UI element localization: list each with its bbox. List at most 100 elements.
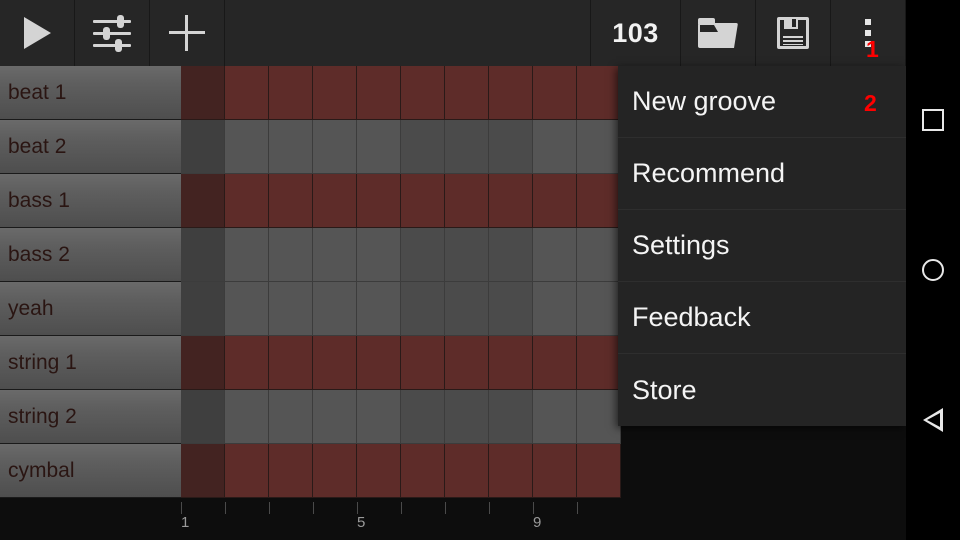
grid-cell[interactable] — [533, 282, 577, 336]
open-button[interactable] — [681, 0, 756, 66]
back-button[interactable] — [906, 393, 960, 447]
grid-cell[interactable] — [313, 120, 357, 174]
grid-cell[interactable] — [269, 390, 313, 444]
grid-cell[interactable] — [401, 120, 445, 174]
grid-cell[interactable] — [269, 228, 313, 282]
grid-cell[interactable] — [577, 444, 621, 498]
grid-cell[interactable] — [181, 282, 225, 336]
grid-cell[interactable] — [181, 444, 225, 498]
grid-cell[interactable] — [181, 336, 225, 390]
mixer-button[interactable] — [75, 0, 150, 66]
grid-cell[interactable] — [533, 228, 577, 282]
grid-cell[interactable] — [225, 120, 269, 174]
track-label[interactable]: cymbal — [0, 444, 181, 498]
recents-button[interactable] — [906, 93, 960, 147]
grid-cell[interactable] — [489, 174, 533, 228]
grid-cell[interactable] — [401, 66, 445, 120]
track-label[interactable]: string 2 — [0, 390, 181, 444]
grid-cell[interactable] — [445, 66, 489, 120]
grid-cell[interactable] — [269, 336, 313, 390]
grid-cell[interactable] — [533, 444, 577, 498]
grid-cell[interactable] — [357, 174, 401, 228]
grid-cell[interactable] — [313, 336, 357, 390]
grid-cell[interactable] — [445, 336, 489, 390]
grid-cell[interactable] — [313, 444, 357, 498]
grid-cell[interactable] — [401, 336, 445, 390]
grid-cell[interactable] — [489, 444, 533, 498]
grid-cell[interactable] — [533, 336, 577, 390]
save-button[interactable] — [756, 0, 831, 66]
grid-cell[interactable] — [313, 66, 357, 120]
grid-cell[interactable] — [577, 390, 621, 444]
grid-cell[interactable] — [269, 444, 313, 498]
grid-cell[interactable] — [533, 390, 577, 444]
menu-item-settings[interactable]: Settings — [618, 210, 906, 282]
grid-cell[interactable] — [313, 390, 357, 444]
grid-cell[interactable] — [445, 444, 489, 498]
grid-cell[interactable] — [269, 282, 313, 336]
play-button[interactable] — [0, 0, 75, 66]
bpm-display[interactable]: 103 — [591, 0, 681, 66]
grid-cell[interactable] — [401, 228, 445, 282]
grid-cell[interactable] — [225, 66, 269, 120]
grid-cell[interactable] — [533, 120, 577, 174]
grid-cell[interactable] — [577, 228, 621, 282]
track-label[interactable]: beat 2 — [0, 120, 181, 174]
grid-cell[interactable] — [489, 282, 533, 336]
grid-cell[interactable] — [401, 174, 445, 228]
grid-cell[interactable] — [357, 282, 401, 336]
grid-cell[interactable] — [401, 390, 445, 444]
grid-cell[interactable] — [225, 444, 269, 498]
grid-cell[interactable] — [533, 174, 577, 228]
grid-cell[interactable] — [269, 66, 313, 120]
grid-cell[interactable] — [577, 336, 621, 390]
grid-cell[interactable] — [489, 390, 533, 444]
grid-cell[interactable] — [577, 66, 621, 120]
grid-cell[interactable] — [181, 66, 225, 120]
menu-item-recommend[interactable]: Recommend — [618, 138, 906, 210]
grid-cell[interactable] — [577, 174, 621, 228]
grid-cell[interactable] — [357, 336, 401, 390]
grid-cell[interactable] — [269, 174, 313, 228]
grid-cell[interactable] — [225, 336, 269, 390]
track-label[interactable]: beat 1 — [0, 66, 181, 120]
grid-cell[interactable] — [445, 120, 489, 174]
track-label[interactable]: string 1 — [0, 336, 181, 390]
grid-cell[interactable] — [225, 228, 269, 282]
grid-cell[interactable] — [225, 390, 269, 444]
grid-cell[interactable] — [445, 282, 489, 336]
grid-cell[interactable] — [401, 444, 445, 498]
grid-cell[interactable] — [225, 174, 269, 228]
grid-cell[interactable] — [577, 120, 621, 174]
grid-cell[interactable] — [401, 282, 445, 336]
add-track-button[interactable] — [150, 0, 225, 66]
grid-cell[interactable] — [533, 66, 577, 120]
grid-cell[interactable] — [357, 120, 401, 174]
grid-cell[interactable] — [357, 228, 401, 282]
grid-cell[interactable] — [313, 174, 357, 228]
grid-cell[interactable] — [181, 120, 225, 174]
track-label[interactable]: bass 1 — [0, 174, 181, 228]
track-label[interactable]: bass 2 — [0, 228, 181, 282]
grid-cell[interactable] — [357, 390, 401, 444]
grid-cell[interactable] — [313, 282, 357, 336]
grid-cell[interactable] — [269, 120, 313, 174]
grid-cell[interactable] — [489, 228, 533, 282]
grid-cell[interactable] — [489, 66, 533, 120]
grid-cell[interactable] — [225, 282, 269, 336]
grid-cell[interactable] — [489, 120, 533, 174]
grid-cell[interactable] — [313, 228, 357, 282]
grid-cell[interactable] — [577, 282, 621, 336]
menu-item-store[interactable]: Store — [618, 354, 906, 426]
grid-cell[interactable] — [181, 390, 225, 444]
grid-cell[interactable] — [357, 444, 401, 498]
grid-cell[interactable] — [357, 66, 401, 120]
grid-cell[interactable] — [181, 228, 225, 282]
grid-cell[interactable] — [445, 390, 489, 444]
menu-item-feedback[interactable]: Feedback — [618, 282, 906, 354]
menu-item-new-groove[interactable]: New groove — [618, 66, 906, 138]
grid-cell[interactable] — [489, 336, 533, 390]
grid-cell[interactable] — [445, 228, 489, 282]
grid-cell[interactable] — [181, 174, 225, 228]
grid-cell[interactable] — [445, 174, 489, 228]
